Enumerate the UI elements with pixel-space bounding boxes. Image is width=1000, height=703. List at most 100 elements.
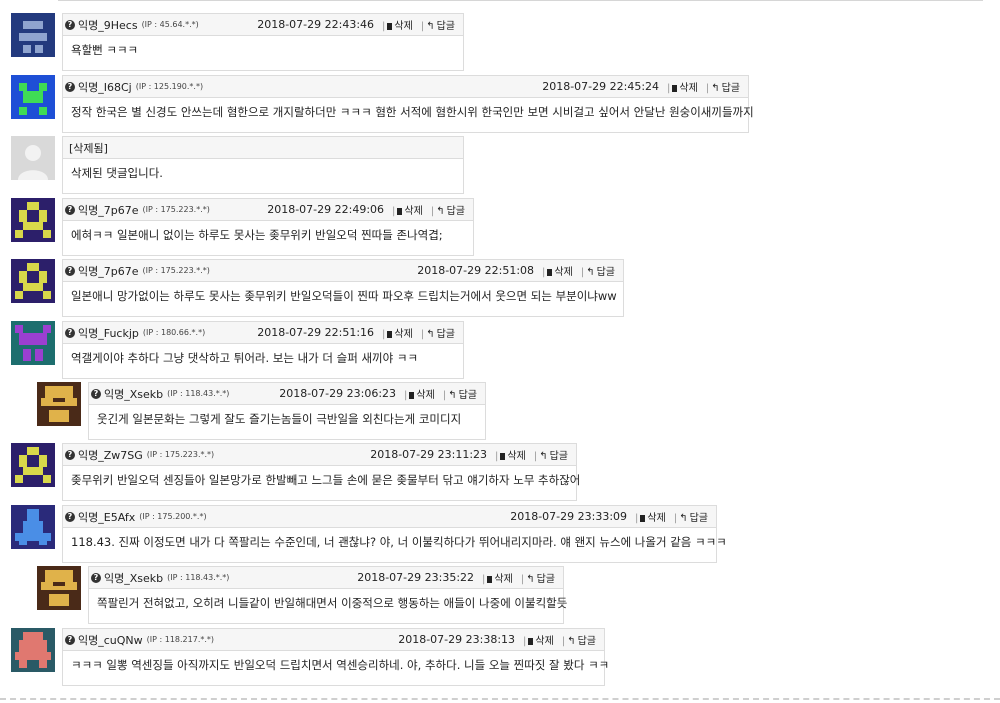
delete-button[interactable]: | 삭제 [495,447,526,462]
reply-button[interactable]: | ↰ 답글 [534,447,568,462]
author-name: 익명_9Hecs [78,18,138,32]
comment-header: ? 익명_Xsekb (IP : 118.43.*.*) 2018-07-29 … [89,383,485,405]
delete-button[interactable]: | 삭제 [382,17,413,32]
author-name: 익명_I68Cj [78,80,132,94]
delete-button[interactable]: | 삭제 [667,79,698,94]
author-ip: (IP : 175.223.*.*) [142,266,210,275]
comment-header: [삭제됨] [63,137,463,159]
delete-button[interactable]: | 삭제 [392,202,423,217]
comment-date: 2018-07-29 23:11:23 [370,448,488,461]
avatar [37,566,81,610]
trash-icon [387,23,393,30]
delete-button[interactable]: | 삭제 [404,386,435,401]
anonymous-icon: ? [91,572,101,583]
comment-text: 쪽팔린거 전혀없고, 오히려 니들같이 반일해대면서 이중적으로 행동하는 애들… [97,596,568,610]
author-name: 익명_E5Afx [78,510,136,524]
author-ip: (IP : 45.64.*.*) [141,20,199,29]
avatar [11,505,55,549]
author-ip: (IP : 118.217.*.*) [146,635,215,644]
delete-button[interactable]: | 삭제 [482,570,513,585]
trash-icon [672,85,678,92]
anonymous-icon: ? [65,204,75,215]
trash-icon [547,269,553,276]
author-ip: (IP : 175.200.*.*) [139,512,207,521]
avatar [11,75,55,119]
reply-icon: ↰ [436,206,445,217]
author-ip: (IP : 118.43.*.*) [167,389,230,398]
avatar [11,443,55,487]
trash-icon [387,331,393,338]
comment-date: 2018-07-29 22:51:16 [257,326,375,339]
comment-text: 욕할뻔 ㅋㅋㅋ [71,43,139,57]
anonymous-icon: ? [91,388,101,399]
comment-box: ? 익명_cuQNw (IP : 118.217.*.*) 2018-07-29… [62,628,610,686]
comment-header: ? 익명_Xsekb (IP : 118.43.*.*) 2018-07-29 … [89,567,563,589]
comment-date: 2018-07-29 23:38:13 [398,633,516,646]
delete-button[interactable]: | 삭제 [635,509,666,524]
comment-text: 웃긴게 일본문화는 그렇게 잘도 즐기는놈들이 극반일을 외친다는게 코미디지 [97,412,462,426]
author-name: 익명_7p67e [78,264,139,278]
comment-text: 정작 한국은 별 신경도 안쓰는데 혐한으로 개지랄하더만 ㅋㅋㅋ 혐한 서적에… [71,105,754,119]
comment-header: ? 익명_E5Afx (IP : 175.200.*.*) 2018-07-29… [63,506,716,528]
comment-box: ? 익명_7p67e (IP : 175.223.*.*) 2018-07-29… [62,198,474,256]
comment-header: ? 익명_7p67e (IP : 175.223.*.*) 2018-07-29… [63,260,623,282]
comment-box: ? 익명_I68Cj (IP : 125.190.*.*) 2018-07-29… [62,75,754,133]
anonymous-icon: ? [65,265,75,276]
anonymous-icon: ? [65,449,75,460]
trash-icon [397,208,403,215]
author-name: 익명_Fuckjp [78,326,139,340]
delete-button[interactable]: | 삭제 [382,325,413,340]
anonymous-icon: ? [65,81,75,92]
author-ip: (IP : 175.223.*.*) [146,450,215,459]
reply-button[interactable]: | ↰ 답글 [562,632,596,647]
comment-box: ? 익명_Xsekb (IP : 118.43.*.*) 2018-07-29 … [88,382,486,440]
comment-box: [삭제됨] 삭제된 댓글입니다. [62,136,464,194]
trash-icon [528,638,534,645]
trash-icon [409,392,415,399]
reply-button[interactable]: | ↰ 답글 [421,17,455,32]
avatar [11,13,55,57]
comment-box: ? 익명_9Hecs (IP : 45.64.*.*) 2018-07-29 2… [62,13,464,71]
avatar [37,382,81,426]
comment-header: ? 익명_Zw7SG (IP : 175.223.*.*) 2018-07-29… [63,444,576,466]
author-name: 익명_Zw7SG [78,448,143,462]
comment-text: 삭제된 댓글입니다. [71,166,163,180]
comment-box: ? 익명_7p67e (IP : 175.223.*.*) 2018-07-29… [62,259,624,317]
default-avatar-icon [11,136,55,180]
reply-icon: ↰ [711,83,720,94]
reply-icon: ↰ [526,574,535,585]
reply-button[interactable]: | ↰ 답글 [521,570,555,585]
reply-button[interactable]: | ↰ 답글 [443,386,477,401]
comment-text: 118.43. 진짜 이정도면 내가 다 쪽팔리는 수준인데, 너 괜찮냐? 야… [71,535,727,549]
comment-date: 2018-07-29 23:06:23 [279,387,397,400]
delete-button[interactable]: | 삭제 [523,632,554,647]
reply-icon: ↰ [426,21,435,32]
delete-button[interactable]: | 삭제 [542,263,573,278]
comment-text: 일본애니 망가없이는 하루도 못사는 좆무위키 반일오덕들이 찐따 파오후 드립… [71,289,617,303]
anonymous-icon: ? [65,511,75,522]
bottom-divider [0,698,1000,700]
reply-button[interactable]: | ↰ 답글 [674,509,708,524]
reply-icon: ↰ [679,513,688,524]
trash-icon [487,576,493,583]
comment-box: ? 익명_E5Afx (IP : 175.200.*.*) 2018-07-29… [62,505,727,563]
comment-header: ? 익명_7p67e (IP : 175.223.*.*) 2018-07-29… [63,199,473,221]
author-name: 익명_cuQNw [78,633,143,647]
reply-button[interactable]: | ↰ 답글 [581,263,615,278]
author-ip: (IP : 175.223.*.*) [142,205,210,214]
comment-box: ? 익명_Zw7SG (IP : 175.223.*.*) 2018-07-29… [62,443,580,501]
author-name: 익명_Xsekb [104,571,164,585]
comment-date: 2018-07-29 22:43:46 [257,18,375,31]
reply-button[interactable]: | ↰ 답글 [431,202,465,217]
comment-date: 2018-07-29 23:33:09 [510,510,628,523]
reply-button[interactable]: | ↰ 답글 [421,325,455,340]
reply-button[interactable]: | ↰ 답글 [706,79,740,94]
comment-header: ? 익명_9Hecs (IP : 45.64.*.*) 2018-07-29 2… [63,14,463,36]
reply-icon: ↰ [539,451,548,462]
reply-icon: ↰ [426,329,435,340]
comment-text: ㅋㅋㅋ 일뽕 역센징들 아직까지도 반일오덕 드립치면서 역센승리하네. 야, … [71,658,610,672]
trash-icon [640,515,646,522]
avatar [11,259,55,303]
reply-icon: ↰ [567,636,576,647]
author-name: 익명_7p67e [78,203,139,217]
